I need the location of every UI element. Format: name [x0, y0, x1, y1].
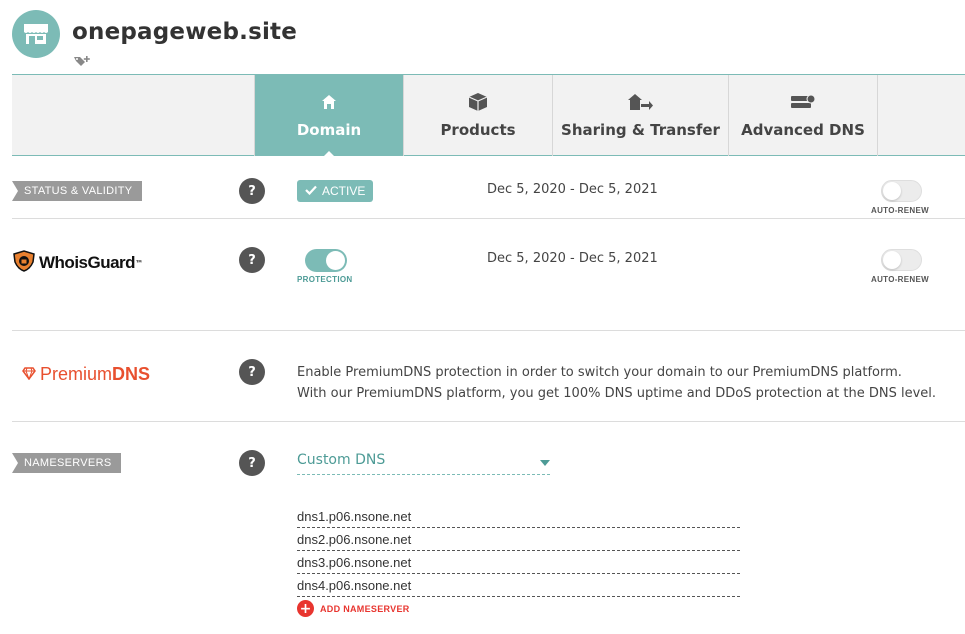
- premiumdns-description: Enable PremiumDNS protection in order to…: [297, 362, 936, 404]
- row-divider: [12, 330, 965, 331]
- tab-divider: [877, 75, 878, 156]
- check-icon: [305, 184, 317, 198]
- tab-products[interactable]: Products: [403, 75, 552, 156]
- tab-advanced-dns[interactable]: Advanced DNS: [728, 75, 877, 156]
- whoisguard-logo-text: WhoisGuard: [39, 253, 136, 272]
- status-date-range: Dec 5, 2020 - Dec 5, 2021: [487, 182, 658, 197]
- site-title: onepageweb.site: [72, 19, 298, 45]
- tab-products-label: Products: [440, 121, 516, 139]
- status-auto-renew-toggle[interactable]: [881, 180, 922, 202]
- whoisguard-protection-toggle[interactable]: [305, 249, 347, 272]
- server-icon: [790, 92, 816, 112]
- whoisguard-protection-label: PROTECTION: [297, 275, 353, 284]
- transfer-icon: [627, 92, 654, 112]
- status-auto-renew-label: AUTO-RENEW: [871, 206, 929, 215]
- toggle-knob: [326, 251, 345, 270]
- domain-tab-bar: Domain Products Sharing & Transfer Advan…: [12, 74, 965, 157]
- whoisguard-date-range: Dec 5, 2020 - Dec 5, 2021: [487, 251, 658, 266]
- whoisguard-auto-renew-toggle[interactable]: [881, 249, 922, 271]
- nameserver-type-value: Custom DNS: [297, 452, 386, 468]
- nameservers-tag: NAMESERVERS: [12, 453, 122, 473]
- toggle-knob: [883, 251, 901, 269]
- trademark-mark: ™: [135, 258, 144, 268]
- status-validity-tag: STATUS & VALIDITY: [12, 181, 143, 201]
- row-divider: [12, 218, 965, 219]
- toggle-knob: [883, 182, 901, 200]
- plus-circle-icon: +: [297, 600, 314, 617]
- whoisguard-auto-renew-label: AUTO-RENEW: [871, 275, 929, 284]
- premiumdns-logo: PremiumDNS: [22, 364, 150, 385]
- nameserver-input-1[interactable]: dns1.p06.nsone.net: [297, 505, 740, 528]
- nameserver-input-3[interactable]: dns3.p06.nsone.net: [297, 551, 740, 574]
- shield-icon: [12, 250, 36, 276]
- tab-sharing-transfer-label: Sharing & Transfer: [561, 121, 720, 139]
- nameserver-input-2[interactable]: dns2.p06.nsone.net: [297, 528, 740, 551]
- premiumdns-logo-prefix: Premium: [40, 364, 113, 384]
- home-icon: [321, 92, 337, 112]
- add-tag-icon[interactable]: [73, 53, 91, 67]
- premiumdns-line2: With our PremiumDNS platform, you get 10…: [297, 386, 937, 401]
- tab-domain[interactable]: Domain: [254, 75, 403, 157]
- status-help-button[interactable]: ?: [239, 178, 265, 204]
- chevron-down-icon: [540, 460, 550, 466]
- storefront-icon: [12, 10, 60, 58]
- tab-sharing-transfer[interactable]: Sharing & Transfer: [552, 75, 728, 156]
- whoisguard-help-button[interactable]: ?: [239, 247, 265, 273]
- box-icon: [468, 92, 488, 112]
- tab-domain-label: Domain: [296, 121, 362, 139]
- tab-advanced-dns-label: Advanced DNS: [741, 121, 865, 139]
- diamond-icon: [22, 364, 36, 385]
- status-badge: ACTIVE: [297, 180, 374, 202]
- add-nameserver-button[interactable]: + ADD NAMESERVER: [297, 600, 410, 617]
- nameservers-help-button[interactable]: ?: [239, 450, 265, 476]
- add-nameserver-label: ADD NAMESERVER: [320, 603, 410, 614]
- premiumdns-logo-suffix: DNS: [112, 364, 151, 384]
- row-divider: [12, 421, 965, 422]
- premiumdns-line1: Enable PremiumDNS protection in order to…: [297, 365, 902, 380]
- whoisguard-logo: WhoisGuard ™: [12, 250, 143, 276]
- status-badge-label: ACTIVE: [322, 184, 366, 198]
- nameserver-type-select[interactable]: Custom DNS: [297, 452, 550, 475]
- premiumdns-help-button[interactable]: ?: [239, 359, 265, 385]
- nameserver-input-4[interactable]: dns4.p06.nsone.net: [297, 574, 740, 597]
